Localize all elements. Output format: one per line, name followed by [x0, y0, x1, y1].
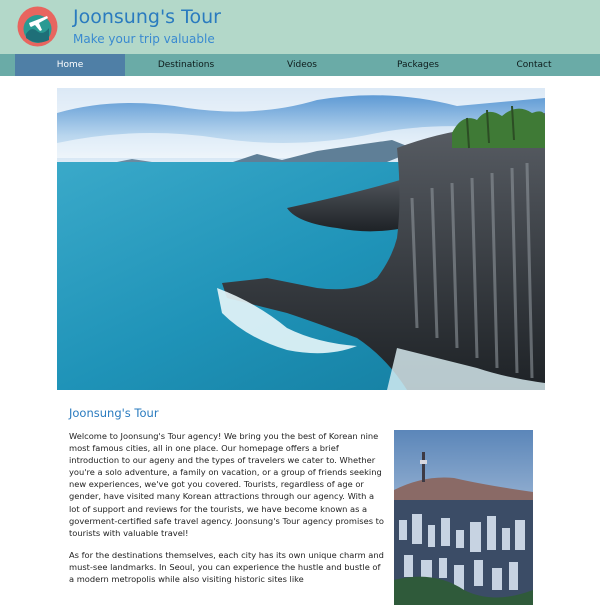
seoul-city-photo — [394, 430, 533, 605]
nav-item-packages[interactable]: Packages — [363, 54, 473, 76]
nav-item-destinations[interactable]: Destinations — [131, 54, 241, 76]
nav-item-contact[interactable]: Contact — [479, 54, 589, 76]
airplane-globe-logo[interactable] — [17, 6, 58, 47]
main-nav: Home Destinations Videos Packages Contac… — [0, 54, 600, 76]
intro-paragraph-2: As for the destinations themselves, each… — [69, 549, 384, 585]
intro-text: Welcome to Joonsung's Tour agency! We br… — [69, 430, 387, 595]
hero-coast-image — [57, 88, 545, 390]
nav-item-home[interactable]: Home — [15, 54, 125, 76]
site-header: Joonsung's Tour Make your trip valuable — [0, 0, 600, 54]
intro-paragraph-1: Welcome to Joonsung's Tour agency! We br… — [69, 431, 384, 538]
site-tagline: Make your trip valuable — [73, 32, 215, 46]
site-title[interactable]: Joonsung's Tour — [73, 6, 221, 28]
content-heading: Joonsung's Tour — [69, 406, 159, 420]
nav-item-videos[interactable]: Videos — [247, 54, 357, 76]
